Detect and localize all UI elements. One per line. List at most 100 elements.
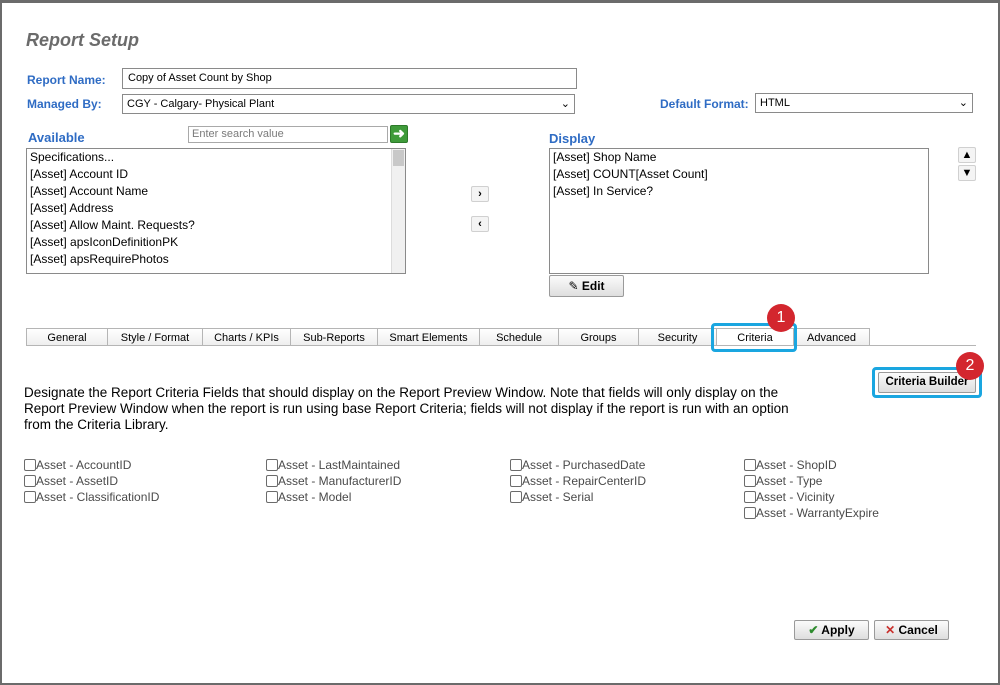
criteria-checkbox-label: Asset - AccountID — [36, 458, 132, 472]
checkbox[interactable] — [24, 491, 36, 503]
checkbox[interactable] — [744, 475, 756, 487]
checkbox[interactable] — [510, 459, 522, 471]
edit-button[interactable]: ✎ Edit — [549, 275, 624, 297]
apply-button[interactable]: ✔ Apply — [794, 620, 869, 640]
report-name-input[interactable]: Copy of Asset Count by Shop — [122, 68, 577, 89]
tab-groups[interactable]: Groups — [558, 328, 639, 346]
list-item[interactable]: [Asset] Allow Maint. Requests? — [27, 217, 405, 234]
criteria-checkbox[interactable]: Asset - LastMaintained — [266, 457, 400, 473]
step-badge-1: 1 — [767, 304, 795, 332]
criteria-checkbox-label: Asset - ManufacturerID — [278, 474, 402, 488]
checkbox[interactable] — [744, 491, 756, 503]
criteria-checkbox[interactable]: Asset - Model — [266, 489, 351, 505]
criteria-checkbox-label: Asset - ClassificationID — [36, 490, 160, 504]
report-name-label: Report Name: — [27, 73, 106, 87]
list-item[interactable]: [Asset] Shop Name — [550, 149, 928, 166]
edit-button-label: Edit — [581, 279, 605, 293]
checkbox[interactable] — [24, 475, 36, 487]
move-left-button[interactable]: ‹ — [471, 216, 489, 232]
criteria-checkbox-label: Asset - Model — [278, 490, 352, 504]
tab-style-format[interactable]: Style / Format — [107, 328, 203, 346]
criteria-checkbox-label: Asset - Serial — [522, 490, 594, 504]
close-icon: ✕ — [885, 623, 896, 637]
criteria-checkbox-label: Asset - Type — [756, 474, 823, 488]
tab-advanced[interactable]: Advanced — [793, 328, 870, 346]
tab-general[interactable]: General — [26, 328, 108, 346]
criteria-checkbox[interactable]: Asset - AccountID — [24, 457, 131, 473]
available-listbox[interactable]: Specifications... [Asset] Account ID [As… — [26, 148, 406, 274]
tab-smart-elements[interactable]: Smart Elements — [377, 328, 480, 346]
checkbox[interactable] — [510, 475, 522, 487]
criteria-checkbox-label: Asset - WarrantyExpire — [756, 506, 879, 520]
criteria-checkbox[interactable]: Asset - Vicinity — [744, 489, 834, 505]
apply-button-label: Apply — [821, 623, 855, 637]
criteria-checkbox-label: Asset - LastMaintained — [278, 458, 401, 472]
available-list: Specifications... [Asset] Account ID [As… — [27, 149, 405, 268]
default-format-value: HTML — [760, 97, 790, 109]
criteria-checkbox[interactable]: Asset - ShopID — [744, 457, 837, 473]
chevron-left-icon: ‹ — [478, 218, 482, 230]
criteria-description: Designate the Report Criteria Fields tha… — [24, 385, 789, 432]
chevron-down-icon: ⌄ — [560, 98, 570, 110]
dialog-title: Report Setup — [26, 30, 140, 50]
managed-by-label: Managed By: — [27, 97, 102, 111]
default-format-select[interactable]: HTML ⌄ — [755, 93, 973, 113]
criteria-checkbox[interactable]: Asset - ManufacturerID — [266, 473, 401, 489]
tab-divider — [26, 345, 976, 346]
list-item[interactable]: Specifications... — [27, 149, 405, 166]
available-scrollbar[interactable] — [391, 149, 405, 273]
available-label: Available — [28, 130, 85, 145]
criteria-checkbox[interactable]: Asset - RepairCenterID — [510, 473, 646, 489]
move-down-button[interactable]: ▼ — [958, 165, 976, 181]
search-go-button[interactable]: ➜ — [390, 125, 408, 143]
tab-sub-reports[interactable]: Sub-Reports — [290, 328, 378, 346]
chevron-up-icon: ▲ — [961, 149, 973, 161]
criteria-checkbox-label: Asset - ShopID — [756, 458, 837, 472]
display-listbox[interactable]: [Asset] Shop Name [Asset] COUNT[Asset Co… — [549, 148, 929, 274]
checkbox[interactable] — [744, 507, 756, 519]
criteria-checkbox[interactable]: Asset - WarrantyExpire — [744, 505, 879, 521]
list-item[interactable]: [Asset] Account ID — [27, 166, 405, 183]
checkbox[interactable] — [24, 459, 36, 471]
chevron-right-icon: › — [478, 188, 482, 200]
checkmark-icon: ✔ — [808, 623, 819, 637]
tab-charts-kpis[interactable]: Charts / KPIs — [202, 328, 291, 346]
criteria-checkbox[interactable]: Asset - ClassificationID — [24, 489, 159, 505]
managed-by-select[interactable]: CGY - Calgary- Physical Plant ⌄ — [122, 94, 575, 114]
tab-schedule[interactable]: Schedule — [479, 328, 559, 346]
checkbox[interactable] — [510, 491, 522, 503]
criteria-checkbox[interactable]: Asset - AssetID — [24, 473, 118, 489]
move-up-button[interactable]: ▲ — [958, 147, 976, 163]
chevron-down-icon: ⌄ — [958, 97, 968, 109]
list-item[interactable]: [Asset] In Service? — [550, 183, 928, 200]
list-item[interactable]: [Asset] Account Name — [27, 183, 405, 200]
edit-icon: ✎ — [568, 279, 579, 293]
criteria-checkbox[interactable]: Asset - PurchasedDate — [510, 457, 645, 473]
move-right-button[interactable]: › — [471, 186, 489, 202]
criteria-checkbox[interactable]: Asset - Type — [744, 473, 822, 489]
criteria-checkbox-label: Asset - PurchasedDate — [522, 458, 646, 472]
checkbox[interactable] — [744, 459, 756, 471]
cancel-button-label: Cancel — [898, 623, 938, 637]
checkbox[interactable] — [266, 475, 278, 487]
criteria-checkbox[interactable]: Asset - Serial — [510, 489, 593, 505]
chevron-down-icon: ▼ — [961, 167, 973, 179]
checkbox[interactable] — [266, 491, 278, 503]
criteria-checkbox-label: Asset - RepairCenterID — [522, 474, 647, 488]
display-label: Display — [549, 131, 596, 146]
tab-security[interactable]: Security — [638, 328, 717, 346]
managed-by-value: CGY - Calgary- Physical Plant — [127, 98, 275, 110]
list-item[interactable]: [Asset] COUNT[Asset Count] — [550, 166, 928, 183]
checkbox[interactable] — [266, 459, 278, 471]
criteria-checkbox-label: Asset - AssetID — [36, 474, 119, 488]
step-badge-2: 2 — [956, 352, 984, 380]
default-format-label: Default Format: — [660, 97, 749, 111]
arrow-right-icon: ➜ — [393, 125, 405, 141]
scrollbar-thumb[interactable] — [393, 150, 404, 166]
available-search-input[interactable]: Enter search value — [188, 126, 388, 143]
list-item[interactable]: [Asset] apsIconDefinitionPK — [27, 234, 405, 251]
list-item[interactable]: [Asset] apsRequirePhotos — [27, 251, 405, 268]
list-item[interactable]: [Asset] Address — [27, 200, 405, 217]
criteria-checkbox-label: Asset - Vicinity — [756, 490, 835, 504]
cancel-button[interactable]: ✕ Cancel — [874, 620, 949, 640]
